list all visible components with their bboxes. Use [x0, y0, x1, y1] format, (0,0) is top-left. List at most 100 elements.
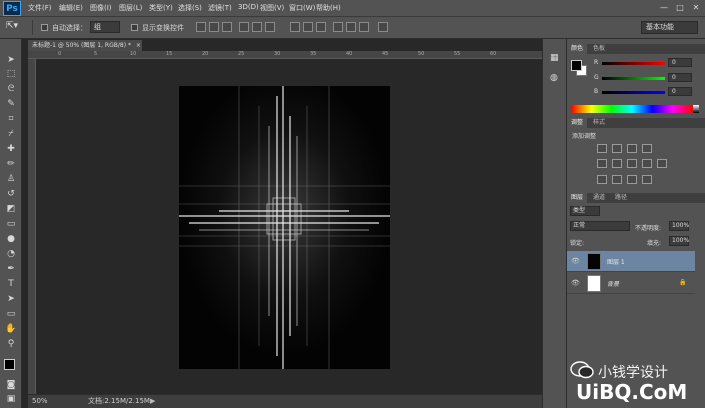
- menu-window[interactable]: 窗口(W): [289, 3, 315, 13]
- menu-file[interactable]: 文件(F): [28, 3, 52, 13]
- history-brush-tool-icon[interactable]: ↺: [5, 189, 17, 200]
- healing-brush-tool-icon[interactable]: ✚: [5, 144, 17, 155]
- path-select-tool-icon[interactable]: ➤: [5, 294, 17, 305]
- properties-panel-icon[interactable]: ◍: [550, 73, 558, 83]
- threshold-icon[interactable]: [627, 175, 637, 184]
- quick-mask-icon[interactable]: ◙: [5, 380, 17, 391]
- pen-tool-icon[interactable]: ✒: [5, 264, 17, 275]
- menu-help[interactable]: 帮助(H): [316, 3, 341, 13]
- black-white-ramp[interactable]: [693, 105, 699, 113]
- crop-tool-icon[interactable]: ⌗: [5, 114, 17, 125]
- marquee-tool-icon[interactable]: ⬚: [5, 69, 17, 80]
- foreground-color-swatch[interactable]: [4, 359, 15, 370]
- layer-row-background[interactable]: 👁 背景 🔒: [567, 273, 695, 294]
- close-tab-icon[interactable]: ×: [136, 42, 141, 49]
- color-panel-foreground[interactable]: [571, 60, 582, 71]
- close-icon[interactable]: ✕: [689, 2, 703, 14]
- auto-select-dropdown[interactable]: 组: [90, 21, 120, 33]
- status-arrow-icon[interactable]: ▶: [150, 395, 155, 408]
- menu-filter[interactable]: 滤镜(T): [208, 3, 232, 13]
- gradient-tool-icon[interactable]: ▭: [5, 219, 17, 230]
- color-spectrum-bar[interactable]: [571, 105, 693, 113]
- menu-3d[interactable]: 3D(D): [238, 3, 259, 11]
- distribute-top-icon[interactable]: [290, 22, 300, 32]
- move-tool-preset-icon[interactable]: ⇱▾: [6, 21, 18, 31]
- align-bottom-icon[interactable]: [222, 22, 232, 32]
- auto-align-icon[interactable]: [378, 22, 388, 32]
- menu-layer[interactable]: 图层(L): [119, 3, 142, 13]
- channel-g-value[interactable]: 0: [668, 73, 692, 82]
- fill-field[interactable]: 100%: [669, 236, 689, 246]
- align-hcenter-icon[interactable]: [252, 22, 262, 32]
- dodge-tool-icon[interactable]: ◔: [5, 249, 17, 260]
- layer-filter-dropdown[interactable]: 类型: [570, 206, 600, 216]
- photo-filter-icon[interactable]: [657, 159, 667, 168]
- gradient-map-icon[interactable]: [642, 175, 652, 184]
- document-tab[interactable]: 未标题-1 @ 50% (图层 1, RGB/8) * ×: [28, 40, 142, 51]
- document-canvas[interactable]: [179, 86, 390, 369]
- lasso-tool-icon[interactable]: ᘓ: [5, 84, 17, 95]
- opacity-field[interactable]: 100%: [669, 221, 689, 231]
- clone-stamp-tool-icon[interactable]: ♙: [5, 174, 17, 185]
- menu-type[interactable]: 类型(Y): [149, 3, 173, 13]
- history-panel-icon[interactable]: ▦: [550, 53, 559, 63]
- shape-tool-icon[interactable]: ▭: [5, 309, 17, 320]
- distribute-vcenter-icon[interactable]: [303, 22, 313, 32]
- distribute-bottom-icon[interactable]: [316, 22, 326, 32]
- levels-icon[interactable]: [612, 144, 622, 153]
- channel-r-value[interactable]: 0: [668, 58, 692, 67]
- align-vcenter-icon[interactable]: [209, 22, 219, 32]
- type-tool-icon[interactable]: T: [5, 279, 17, 290]
- channel-r-slider[interactable]: [602, 62, 665, 65]
- align-top-icon[interactable]: [196, 22, 206, 32]
- align-left-icon[interactable]: [239, 22, 249, 32]
- zoom-tool-icon[interactable]: ⚲: [5, 339, 17, 350]
- layer-name[interactable]: 背景: [607, 279, 619, 288]
- menu-select[interactable]: 选择(S): [178, 3, 202, 13]
- brush-tool-icon[interactable]: ✏: [5, 159, 17, 170]
- tab-swatches[interactable]: 色板: [589, 44, 609, 54]
- hue-saturation-icon[interactable]: [612, 159, 622, 168]
- tab-adjustments[interactable]: 调整: [567, 118, 588, 128]
- tab-paths[interactable]: 路径: [611, 193, 631, 203]
- tab-layers[interactable]: 图层: [567, 193, 588, 203]
- hand-tool-icon[interactable]: ✋: [5, 324, 17, 335]
- maximize-icon[interactable]: □: [673, 2, 687, 14]
- curves-icon[interactable]: [627, 144, 637, 153]
- layer-name[interactable]: 图层 1: [607, 257, 625, 266]
- channel-g-slider[interactable]: [602, 77, 665, 80]
- tab-styles[interactable]: 样式: [589, 118, 609, 128]
- color-balance-icon[interactable]: [627, 159, 637, 168]
- tab-channels[interactable]: 通道: [589, 193, 609, 203]
- align-right-icon[interactable]: [265, 22, 275, 32]
- exposure-icon[interactable]: [642, 144, 652, 153]
- blend-mode-dropdown[interactable]: 正常: [570, 221, 630, 231]
- screen-mode-icon[interactable]: ▣: [5, 394, 17, 405]
- menu-image[interactable]: 图像(I): [90, 3, 112, 13]
- blur-tool-icon[interactable]: ●: [5, 234, 17, 245]
- brightness-contrast-icon[interactable]: [597, 144, 607, 153]
- distribute-right-icon[interactable]: [359, 22, 369, 32]
- layer-row-layer1[interactable]: 👁 图层 1: [567, 251, 695, 272]
- visibility-eye-icon[interactable]: 👁: [571, 257, 580, 265]
- eraser-tool-icon[interactable]: ◩: [5, 204, 17, 215]
- visibility-eye-icon[interactable]: 👁: [571, 279, 580, 287]
- eyedropper-tool-icon[interactable]: ⌿: [5, 129, 17, 140]
- show-transform-checkbox[interactable]: [131, 24, 138, 31]
- document-info[interactable]: 文档:2.15M/2.15M: [88, 395, 150, 408]
- posterize-icon[interactable]: [612, 175, 622, 184]
- auto-select-checkbox[interactable]: [41, 24, 48, 31]
- quick-select-tool-icon[interactable]: ✎: [5, 99, 17, 110]
- tab-color[interactable]: 颜色: [567, 44, 588, 54]
- menu-view[interactable]: 视图(V): [260, 3, 284, 13]
- minimize-icon[interactable]: —: [657, 2, 671, 14]
- distribute-hcenter-icon[interactable]: [346, 22, 356, 32]
- move-tool-icon[interactable]: ➤: [5, 55, 17, 66]
- vibrance-icon[interactable]: [597, 159, 607, 168]
- black-white-icon[interactable]: [642, 159, 652, 168]
- menu-edit[interactable]: 编辑(E): [59, 3, 83, 13]
- invert-icon[interactable]: [597, 175, 607, 184]
- channel-b-value[interactable]: 0: [668, 87, 692, 96]
- workspace-switcher[interactable]: 基本功能: [641, 21, 698, 34]
- zoom-level[interactable]: 50%: [32, 395, 48, 408]
